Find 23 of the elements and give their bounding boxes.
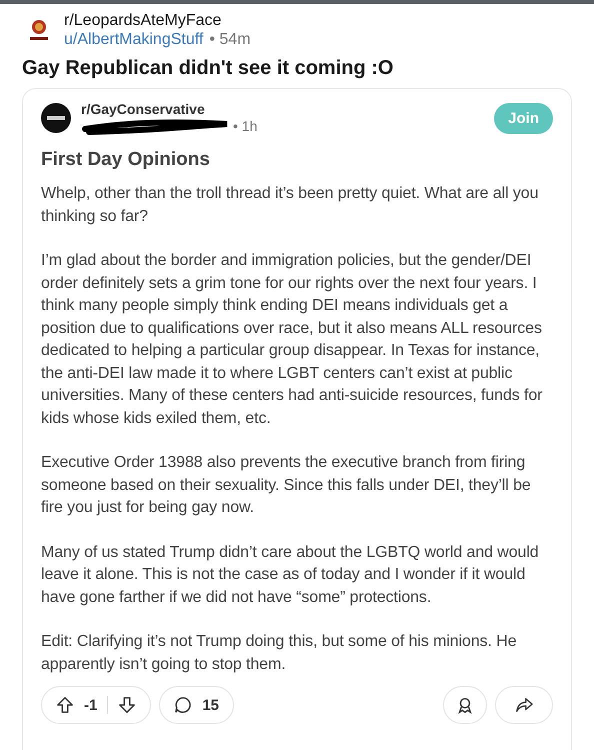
award-button[interactable] [443, 686, 487, 724]
body-paragraph: Executive Order 13988 also prevents the executive branch from firing someone based on their sexuality. Since this falls under DEI, they’ll be fire you just for being gay now. [41, 453, 532, 518]
award-icon [456, 696, 474, 714]
body-paragraph: Whelp, other than the troll thread it’s been pretty quiet. What are all you thinking so far? [41, 184, 540, 226]
subreddit-name[interactable]: r/LeopardsAteMyFace [64, 12, 251, 30]
subreddit-name[interactable]: r/GayConservative [81, 101, 484, 117]
subreddit-avatar[interactable] [41, 103, 71, 133]
author-link[interactable]: u/AlbertMakingStuff [64, 31, 204, 49]
upvote-icon[interactable] [56, 696, 74, 714]
post-title: Gay Republican didn't see it coming :O [21, 56, 394, 80]
crosspost-card[interactable] [22, 88, 572, 750]
share-icon [514, 696, 534, 714]
vote-score: -1 [84, 696, 98, 714]
downvote-icon[interactable] [118, 696, 136, 714]
post-age: • 54m [209, 31, 251, 49]
body-paragraph: I’m glad about the border and immigration policies, but the gender/DEI order definitely sets a grim tone for our rights over the next four years. I think many people simply think ending DEI means individuals get a position due to qualifications over race, but it also means ALL resources dedicated to helping a particular group disappear. In Texas for instance, the anti-DEI law made it to where LGBT centers can’t exist at public universities. Many of these centers had anti-suicide resources, funds for kids whose kids exiled them, etc. [41, 251, 544, 428]
comments-button[interactable]: 15 [159, 686, 234, 724]
post-title: First Day Opinions [41, 149, 211, 171]
body-paragraph: Edit: Clarifying it’s not Trump doing this, but some of his minions. He apparently isn’t going to stop them. [41, 632, 518, 674]
body-paragraph: Many of us stated Trump didn’t care about the LGBTQ world and would leave it alone. This is not the case as of today and I wonder if it would have gone farther if we did not have “some” protections. [41, 542, 540, 608]
share-button[interactable] [495, 686, 553, 724]
post-age: • 1h [233, 118, 258, 134]
speech-bubble-icon [174, 696, 192, 714]
